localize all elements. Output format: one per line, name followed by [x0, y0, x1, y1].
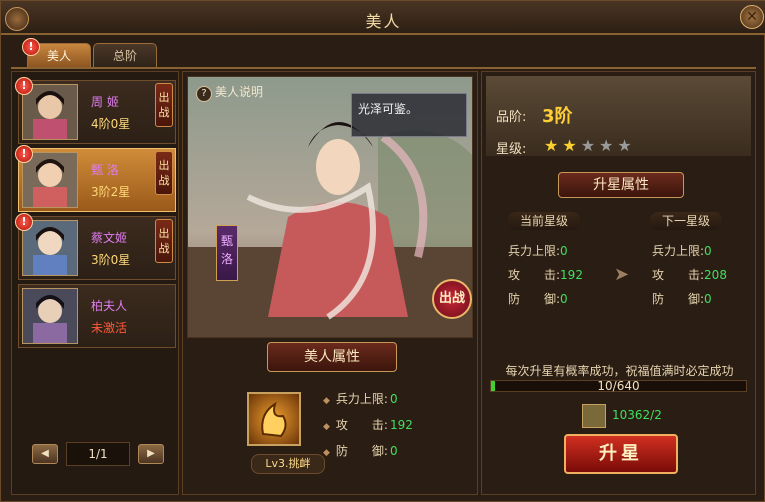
- alert-badge-icon: !: [22, 38, 40, 56]
- help-link-label: 美人说明: [215, 85, 264, 99]
- grade-label: 品阶:: [496, 110, 527, 125]
- list-item[interactable]: ! 甄 洛 3阶2星 出战: [15, 145, 176, 212]
- stat-label: 防 御:: [508, 292, 561, 306]
- beauty-attributes-header: 美人属性: [267, 342, 397, 372]
- avatar: [22, 84, 78, 140]
- beauty-rank: 未激活: [91, 321, 128, 335]
- attr-value: 0: [389, 444, 398, 458]
- skill-fire-icon[interactable]: [247, 392, 301, 446]
- stat-value: 208: [704, 268, 727, 282]
- next-page-button[interactable]: ▶: [138, 444, 164, 464]
- alert-badge-icon: !: [15, 145, 33, 163]
- progress-text: 10/640: [597, 379, 640, 393]
- current-star-header: 当前星级: [508, 212, 580, 230]
- star-label: 星级:: [496, 142, 527, 157]
- list-item[interactable]: ! 蔡文姬 3阶0星 出战: [15, 213, 176, 280]
- current-stat-row: 攻 击:192: [508, 266, 583, 283]
- beauty-rank: 4阶0星: [91, 117, 131, 131]
- stat-label: 防 御:: [652, 292, 705, 306]
- attr-value: 192: [389, 418, 413, 432]
- stat-value: 192: [560, 268, 583, 282]
- alert-badge-icon: !: [15, 213, 33, 231]
- star-empty-icon: ★: [599, 136, 618, 155]
- beauty-help-link[interactable]: ? 美人说明: [196, 83, 263, 102]
- beauty-quote: 光泽可鉴。: [351, 93, 467, 137]
- deployed-tag: 出战: [155, 219, 173, 263]
- deployed-tag: 出战: [155, 83, 173, 127]
- beauty-vertical-name: 甄洛: [216, 225, 238, 281]
- next-star-header: 下一星级: [650, 212, 722, 230]
- star-filled-icon: ★: [562, 136, 581, 155]
- material-count: 10362/2: [612, 408, 662, 422]
- help-icon: ?: [196, 86, 212, 102]
- current-stat-row: 防 御:0: [508, 290, 568, 307]
- attr-row: ◆ 兵力上限: 0: [323, 390, 398, 407]
- stat-value: 0: [704, 244, 712, 258]
- beauty-name: 柏夫人: [91, 299, 128, 313]
- list-item[interactable]: ! 周 姬 4阶0星 出战: [15, 77, 176, 144]
- title-bar: 美人 ✕: [1, 1, 765, 35]
- beauty-name: 甄 洛: [91, 163, 119, 177]
- stat-label: 攻 击:: [652, 268, 705, 282]
- beauty-rank: 3阶0星: [91, 253, 131, 267]
- alert-badge-icon: !: [15, 77, 33, 95]
- bullet-icon: ◆: [323, 422, 330, 432]
- stat-value: 0: [560, 244, 568, 258]
- tab-label: 总阶: [112, 49, 137, 63]
- star-rating: ★★★★★: [544, 136, 636, 155]
- tab-beauty[interactable]: 美人 !: [22, 38, 91, 68]
- next-stat-row: 兵力上限:0: [652, 242, 712, 259]
- attr-row: ◆ 防 御: 0: [323, 442, 398, 459]
- next-stat-row: 攻 击:208: [652, 266, 727, 283]
- star-empty-icon: ★: [617, 136, 636, 155]
- star-filled-icon: ★: [544, 136, 563, 155]
- stat-label: 兵力上限:: [508, 244, 561, 258]
- material-item-icon[interactable]: [582, 404, 606, 428]
- beauty-name: 周 姬: [91, 95, 119, 109]
- stat-value: 0: [560, 292, 568, 306]
- star-empty-icon: ★: [580, 136, 600, 155]
- attr-label: 兵力上限:: [335, 392, 388, 406]
- beauty-window: 美人 ✕ 美人 ! 总阶 ! 周 姬 4阶0星 出战 ! 甄 洛 3阶2星 出战: [0, 0, 765, 502]
- beauty-name: 蔡文姬: [91, 231, 128, 245]
- attr-value: 0: [389, 392, 398, 406]
- upgrade-star-button[interactable]: 升星: [564, 434, 678, 474]
- avatar: [22, 220, 78, 276]
- deployed-tag: 出战: [155, 151, 173, 195]
- prev-page-button[interactable]: ◀: [32, 444, 58, 464]
- stat-value: 0: [704, 292, 712, 306]
- upgrade-attributes-header: 升星属性: [558, 172, 684, 198]
- window-title: 美人: [365, 12, 402, 31]
- upgrade-description: 每次升星有概率成功，祝福值满时必定成功: [505, 364, 734, 378]
- beauty-portrait: ? 美人说明 光泽可鉴。 甄洛 出战: [187, 76, 473, 338]
- beauty-detail-panel: ? 美人说明 光泽可鉴。 甄洛 出战 美人属性 Lv3.挑衅 ◆ 兵力上限: 0 ◆ 攻…: [182, 71, 478, 495]
- grade-value: 3阶: [542, 106, 573, 127]
- bullet-icon: ◆: [323, 396, 330, 406]
- pager: ◀ 1/1 ▶: [32, 442, 164, 466]
- beauty-list-panel: ! 周 姬 4阶0星 出战 ! 甄 洛 3阶2星 出战 ! 蔡文姬 3阶0星 出…: [11, 71, 179, 495]
- attr-label: 防 御:: [335, 444, 388, 458]
- current-stat-row: 兵力上限:0: [508, 242, 568, 259]
- tab-total-rank[interactable]: 总阶: [93, 43, 157, 68]
- skill-label: Lv3.挑衅: [251, 454, 325, 474]
- bullet-icon: ◆: [323, 448, 330, 458]
- star-upgrade-panel: 品阶: 3阶 星级: ★★★★★ 升星属性 当前星级 下一星级 兵力上限:0 攻…: [481, 71, 756, 495]
- page-indicator: 1/1: [66, 442, 130, 466]
- next-stat-row: 防 御:0: [652, 290, 712, 307]
- beauty-rank: 3阶2星: [91, 185, 131, 199]
- list-item[interactable]: 柏夫人 未激活: [18, 284, 176, 348]
- arrow-right-icon: ➤: [614, 264, 630, 285]
- avatar: [22, 152, 78, 208]
- attr-row: ◆ 攻 击: 192: [323, 416, 413, 433]
- close-button[interactable]: ✕: [740, 5, 764, 29]
- stat-label: 攻 击:: [508, 268, 561, 282]
- tab-divider: [11, 67, 756, 69]
- stat-label: 兵力上限:: [652, 244, 705, 258]
- deploy-button[interactable]: 出战: [432, 279, 472, 319]
- attr-label: 攻 击:: [335, 418, 388, 432]
- avatar: [22, 288, 78, 344]
- tab-label: 美人: [46, 49, 71, 63]
- grade-summary: 品阶: 3阶 星级: ★★★★★: [486, 76, 751, 157]
